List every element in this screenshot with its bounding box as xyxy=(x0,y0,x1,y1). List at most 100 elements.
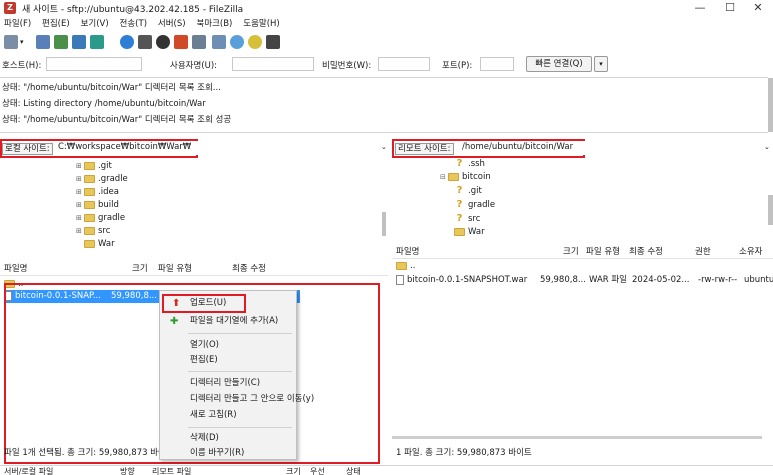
folder-icon xyxy=(84,174,95,183)
menu-item-label: 업로드(U) xyxy=(190,298,227,308)
remote-file-list-header: 파일명 크기 파일 유형 최종 수정 권한 소유자 xyxy=(392,241,773,259)
column-owner[interactable]: 소유자 xyxy=(739,245,762,257)
tree-item-idea[interactable]: ⊞ .idea xyxy=(76,186,119,199)
folder-icon xyxy=(84,226,95,235)
column-filetype[interactable]: 파일 유형 xyxy=(158,262,192,274)
remote-tree-scrollbar[interactable] xyxy=(768,195,773,225)
refresh-icon[interactable] xyxy=(120,35,134,49)
tree-item-build[interactable]: ⊞ build xyxy=(76,199,119,212)
menu-server[interactable]: 서버(S) xyxy=(154,17,190,31)
cancel-icon[interactable] xyxy=(156,35,170,49)
port-input[interactable] xyxy=(480,57,514,71)
remote-horizontal-scrollbar[interactable] xyxy=(392,436,762,439)
username-input[interactable] xyxy=(232,57,314,71)
expand-icon[interactable]: ⊞ xyxy=(76,225,84,238)
site-manager-icon[interactable] xyxy=(4,35,18,49)
toggle-log-icon[interactable] xyxy=(36,35,50,49)
expand-icon[interactable]: ⊞ xyxy=(76,199,84,212)
queue-column-remote[interactable]: 리모트 파일 xyxy=(152,466,191,475)
local-tree-scrollbar[interactable] xyxy=(382,212,386,236)
column-size[interactable]: 크기 xyxy=(563,245,579,257)
filter-icon[interactable] xyxy=(212,35,226,49)
menu-item-open[interactable]: 열기(O) xyxy=(160,338,296,353)
menu-item-delete[interactable]: 삭제(D) xyxy=(160,431,296,446)
remote-path-input[interactable]: /home/ubuntu/bitcoin/War xyxy=(460,141,760,155)
maximize-button[interactable]: ☐ xyxy=(715,0,745,16)
message-log: 상태: "/home/ubuntu/bitcoin/War" 디렉터리 목록 조… xyxy=(0,77,768,133)
tree-item-bitcoin[interactable]: ⊟ bitcoin xyxy=(440,171,491,184)
menu-item-create-and-enter-directory[interactable]: 디렉터리 만들고 그 안으로 이동(y) xyxy=(160,392,314,407)
collapse-icon[interactable]: ⊟ xyxy=(440,171,448,184)
tree-item-label: build xyxy=(98,200,119,210)
tree-item-gradle[interactable]: ⊞ gradle xyxy=(76,212,125,225)
queue-column-priority[interactable]: 우선 xyxy=(310,466,325,475)
menu-item-create-directory[interactable]: 디렉터리 만들기(C) xyxy=(160,376,296,391)
sync-browse-icon[interactable] xyxy=(230,35,244,49)
menu-item-edit[interactable]: 편집(E) xyxy=(160,353,296,368)
toggle-local-tree-icon[interactable] xyxy=(54,35,68,49)
queue-column-local[interactable]: 서버/로컬 파일 xyxy=(4,466,53,475)
binoculars-icon[interactable] xyxy=(266,35,280,49)
expand-icon[interactable]: ⊞ xyxy=(76,173,84,186)
chevron-down-icon[interactable]: ⌄ xyxy=(764,143,770,151)
tree-item-src[interactable]: ⊞ src xyxy=(76,225,110,238)
menu-view[interactable]: 보기(V) xyxy=(77,17,113,31)
tree-item-label: .git xyxy=(98,161,112,171)
remote-file-list: .. bitcoin-0.0.1-SNAPSHOT.war 59,980,8..… xyxy=(392,260,773,440)
file-row-parent[interactable]: .. xyxy=(396,260,415,273)
menu-item-upload[interactable]: ⬆ 업로드(U) xyxy=(160,296,296,311)
tree-item-label: gradle xyxy=(468,200,496,210)
folder-icon xyxy=(84,187,95,196)
menu-item-add-to-queue[interactable]: ✚ 파일을 대기열에 추가(A) xyxy=(160,314,296,329)
menu-file[interactable]: 파일(F) xyxy=(0,17,35,31)
tree-item-war[interactable]: War xyxy=(454,226,485,239)
menu-transfer[interactable]: 전송(T) xyxy=(116,17,151,31)
log-scrollbar[interactable] xyxy=(768,78,773,132)
quickconnect-button[interactable]: 빠른 연결(Q) xyxy=(526,56,592,72)
column-permissions[interactable]: 권한 xyxy=(695,245,711,257)
column-filename[interactable]: 파일명 xyxy=(396,245,419,257)
quickconnect-bar: 호스트(H): 사용자명(U): 비밀번호(W): 포트(P): 빠른 연결(Q… xyxy=(0,56,773,72)
expand-icon[interactable]: ⊞ xyxy=(76,212,84,225)
toggle-queue-icon[interactable] xyxy=(90,35,104,49)
local-path-input[interactable]: C:₩workspace₩bitcoin₩War₩ xyxy=(56,141,380,155)
file-row[interactable]: bitcoin-0.0.1-SNAPSHOT.war 59,980,8... W… xyxy=(396,274,773,287)
column-modified[interactable]: 최종 수정 xyxy=(629,245,663,257)
close-button[interactable]: ✕ xyxy=(743,0,773,16)
menu-item-refresh[interactable]: 새로 고침(R) xyxy=(160,408,296,423)
tree-item-gradle[interactable]: ? gradle xyxy=(454,199,496,212)
folder-icon xyxy=(84,200,95,209)
toggle-remote-tree-icon[interactable] xyxy=(72,35,86,49)
column-filetype[interactable]: 파일 유형 xyxy=(586,245,620,257)
tree-item-ssh[interactable]: ? .ssh xyxy=(454,158,485,171)
tree-item-war[interactable]: War xyxy=(84,238,115,251)
expand-icon[interactable]: ⊞ xyxy=(76,160,84,173)
process-queue-icon[interactable] xyxy=(138,35,152,49)
quickconnect-dropdown-icon[interactable]: ▾ xyxy=(594,56,608,72)
tree-item-git[interactable]: ? .git xyxy=(454,185,482,198)
column-filename[interactable]: 파일명 xyxy=(4,262,27,274)
queue-column-size[interactable]: 크기 xyxy=(286,466,301,475)
password-input[interactable] xyxy=(378,57,430,71)
expand-icon[interactable]: ⊞ xyxy=(76,186,84,199)
host-input[interactable] xyxy=(46,57,142,71)
column-size[interactable]: 크기 xyxy=(132,262,148,274)
menu-edit[interactable]: 편집(E) xyxy=(38,17,74,31)
queue-column-status[interactable]: 상태 xyxy=(346,466,361,475)
tree-item-gradle-dir[interactable]: ⊞ .gradle xyxy=(76,173,128,186)
column-modified[interactable]: 최종 수정 xyxy=(232,262,266,274)
reconnect-icon[interactable] xyxy=(192,35,206,49)
tree-item-git[interactable]: ⊞ .git xyxy=(76,160,112,173)
queue-column-direction[interactable]: 방향 xyxy=(120,466,135,475)
menu-item-rename[interactable]: 이름 바꾸기(R) xyxy=(160,446,296,461)
minimize-button[interactable]: — xyxy=(685,0,715,16)
compare-icon[interactable] xyxy=(248,35,262,49)
local-site-bar: 로컬 사이트: C:₩workspace₩bitcoin₩War₩ ⌄ xyxy=(0,139,390,158)
chevron-down-icon[interactable]: ⌄ xyxy=(381,143,387,151)
menu-help[interactable]: 도움말(H) xyxy=(239,17,283,31)
menu-separator xyxy=(188,371,292,372)
menu-bookmarks[interactable]: 북마크(B) xyxy=(192,17,236,31)
chevron-down-icon[interactable]: ▾ xyxy=(20,38,24,46)
tree-item-src[interactable]: ? src xyxy=(454,213,481,226)
disconnect-icon[interactable] xyxy=(174,35,188,49)
